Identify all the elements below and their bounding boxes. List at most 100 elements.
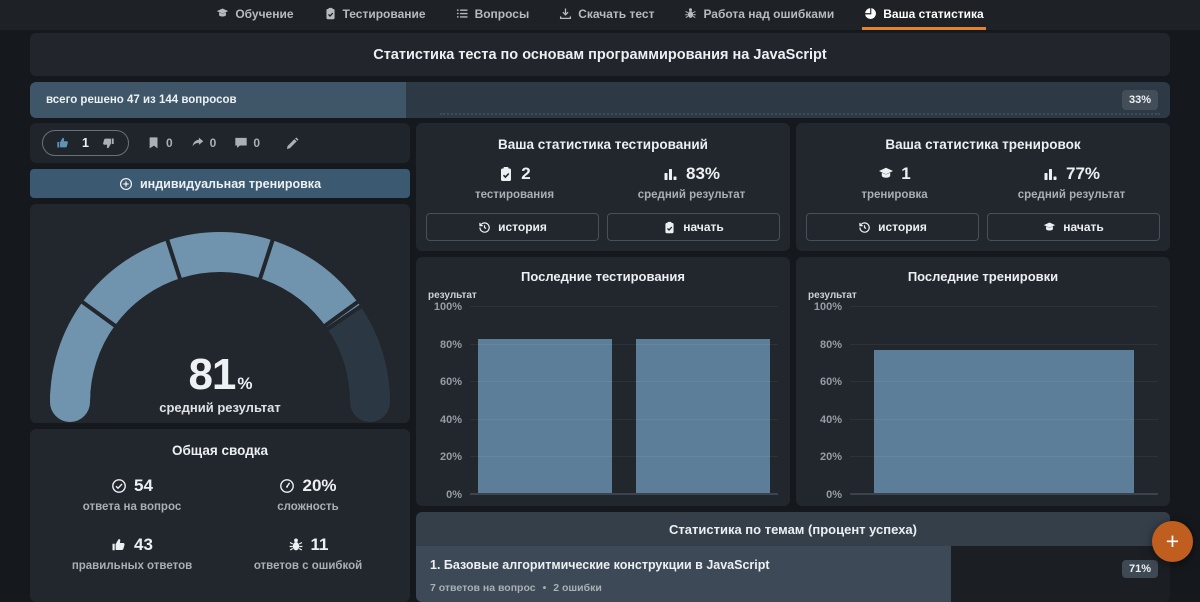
- average-result-gauge-panel: 81% средний результат: [30, 204, 410, 423]
- training-history-button[interactable]: история: [806, 213, 979, 241]
- tab-label: Скачать тест: [578, 7, 654, 21]
- y-tick: 100%: [434, 301, 462, 313]
- y-tick: 80%: [440, 339, 462, 351]
- bar-chart-icon: [1043, 166, 1059, 182]
- tab-your-statistics[interactable]: Ваша статистика: [862, 0, 985, 30]
- testing-average-stat: 83% средний результат: [603, 164, 780, 201]
- y-tick: 20%: [440, 451, 462, 463]
- chart-title: Последние тренировки: [808, 269, 1158, 284]
- summary-title: Общая сводка: [44, 443, 396, 458]
- topic-row[interactable]: 1. Базовые алгоритмические конструкции в…: [416, 546, 1170, 602]
- graduation-cap-icon: [1043, 221, 1056, 234]
- chart-title: Последние тестирования: [428, 269, 778, 284]
- summary-correct: 43 правильных ответов: [44, 535, 220, 572]
- testing-stats-panel: Ваша статистика тестирований 2 тестирова…: [416, 123, 790, 251]
- add-button[interactable]: +: [1152, 521, 1193, 562]
- dot-separator: •: [543, 582, 547, 594]
- y-tick: 100%: [814, 301, 842, 313]
- tab-learning[interactable]: Обучение: [214, 0, 295, 30]
- progress-label: всего решено 47 из 144 вопросов: [46, 94, 237, 106]
- share-counter[interactable]: 0: [191, 136, 217, 150]
- y-tick: 60%: [820, 376, 842, 388]
- progress-percent-badge: 33%: [1122, 90, 1158, 110]
- individual-training-label: индивидуальная тренировка: [140, 177, 321, 191]
- bar-chart: 100%80%60%40%20%0%: [428, 307, 778, 495]
- check-circle-icon: [111, 478, 127, 494]
- summary-panel: Общая сводка 54 ответа на вопрос 20% сло…: [30, 429, 410, 602]
- tab-label: Вопросы: [475, 7, 530, 21]
- training-count-stat: 1 тренировка: [806, 164, 983, 201]
- gauge-center: 81% средний результат: [30, 353, 410, 415]
- page-title-panel: Статистика теста по основам программиров…: [30, 33, 1170, 76]
- y-tick: 0%: [446, 489, 462, 501]
- clipboard-check-icon: [663, 221, 676, 234]
- bars-container: [850, 307, 1158, 495]
- tab-download-test[interactable]: Скачать тест: [557, 0, 656, 30]
- like-dislike-pill: 1: [42, 130, 129, 156]
- topics-header: Статистика по темам (процент успеха): [416, 512, 1170, 546]
- left-column: 1 0 0 0: [30, 123, 410, 602]
- gauge-unit: %: [237, 374, 251, 393]
- bookmark-icon: [147, 136, 161, 150]
- comment-counter[interactable]: 0: [234, 136, 260, 150]
- tab-testing[interactable]: Тестирование: [322, 0, 428, 30]
- plus-icon: +: [1166, 528, 1179, 555]
- plot-area: [850, 307, 1158, 495]
- topic-subtext: 7 ответов на вопрос • 2 ошибки: [430, 582, 602, 594]
- statistics-page: Обучение Тестирование Вопросы Скачать те…: [0, 0, 1200, 602]
- plus-circle-icon: [119, 177, 133, 191]
- summary-grid: 54 ответа на вопрос 20% сложность 43 пра…: [44, 476, 396, 572]
- edit-pencil-icon[interactable]: [286, 136, 300, 150]
- training-stats-title: Ваша статистика тренировок: [806, 137, 1160, 152]
- testing-history-button[interactable]: история: [426, 213, 599, 241]
- topic-title: 1. Базовые алгоритмические конструкции в…: [430, 558, 770, 572]
- y-tick: 20%: [820, 451, 842, 463]
- summary-difficulty: 20% сложность: [220, 476, 396, 513]
- testing-count-stat: 2 тестирования: [426, 164, 603, 201]
- difficulty-gauge-icon: [279, 478, 295, 494]
- like-count: 1: [82, 136, 89, 150]
- gauge-value: 81%: [30, 353, 410, 397]
- y-axis-label: результат: [428, 290, 778, 301]
- bar: [874, 350, 1134, 495]
- training-start-button[interactable]: начать: [987, 213, 1160, 241]
- clipboard-check-icon: [498, 166, 514, 182]
- testing-stats-title: Ваша статистика тестирований: [426, 137, 780, 152]
- individual-training-button[interactable]: индивидуальная тренировка: [30, 169, 410, 198]
- training-chart-panel: Последние тренировки результат 100% 80% 60…: [796, 257, 1170, 506]
- y-tick: 40%: [820, 414, 842, 426]
- bar-chart: 100%80%60%40%20%0%: [808, 307, 1158, 495]
- training-stats-panel: Ваша статистика тренировок 1 тренировка …: [796, 123, 1170, 251]
- download-icon: [559, 7, 572, 20]
- y-tick: 0%: [826, 489, 842, 501]
- list-icon: [456, 7, 469, 20]
- y-axis-ticks: 100%80%60%40%20%0%: [808, 307, 842, 495]
- bars-container: [470, 307, 778, 495]
- bookmark-counter[interactable]: 0: [147, 136, 173, 150]
- tab-label: Тестирование: [343, 7, 426, 21]
- pie-chart-icon: [864, 7, 877, 20]
- tab-questions[interactable]: Вопросы: [454, 0, 532, 30]
- testing-start-button[interactable]: начать: [607, 213, 780, 241]
- thumb-down-icon[interactable]: [101, 136, 115, 150]
- y-axis-ticks: 100%80%60%40%20%0%: [428, 307, 462, 495]
- topic-answers: 7 ответов на вопрос: [430, 582, 536, 594]
- topics-panel: Статистика по темам (процент успеха) 1. …: [416, 512, 1170, 602]
- y-tick: 80%: [820, 339, 842, 351]
- thumb-up-icon[interactable]: [56, 136, 70, 150]
- training-average-stat: 77% средний результат: [983, 164, 1160, 201]
- graduation-cap-icon: [878, 166, 894, 182]
- share-icon: [191, 136, 205, 150]
- clipboard-check-icon: [324, 7, 337, 20]
- bar: [478, 339, 612, 495]
- y-tick: 60%: [440, 376, 462, 388]
- comment-count: 0: [253, 136, 260, 150]
- share-count: 0: [210, 136, 217, 150]
- summary-errors: 11 ответов с ошибкой: [220, 535, 396, 572]
- page-title: Статистика теста по основам программиров…: [373, 47, 827, 63]
- summary-answers: 54 ответа на вопрос: [44, 476, 220, 513]
- tab-label: Ваша статистика: [883, 7, 983, 21]
- tab-error-work[interactable]: Работа над ошибками: [682, 0, 836, 30]
- y-axis-label: результат: [808, 290, 1158, 301]
- bug-icon: [684, 7, 697, 20]
